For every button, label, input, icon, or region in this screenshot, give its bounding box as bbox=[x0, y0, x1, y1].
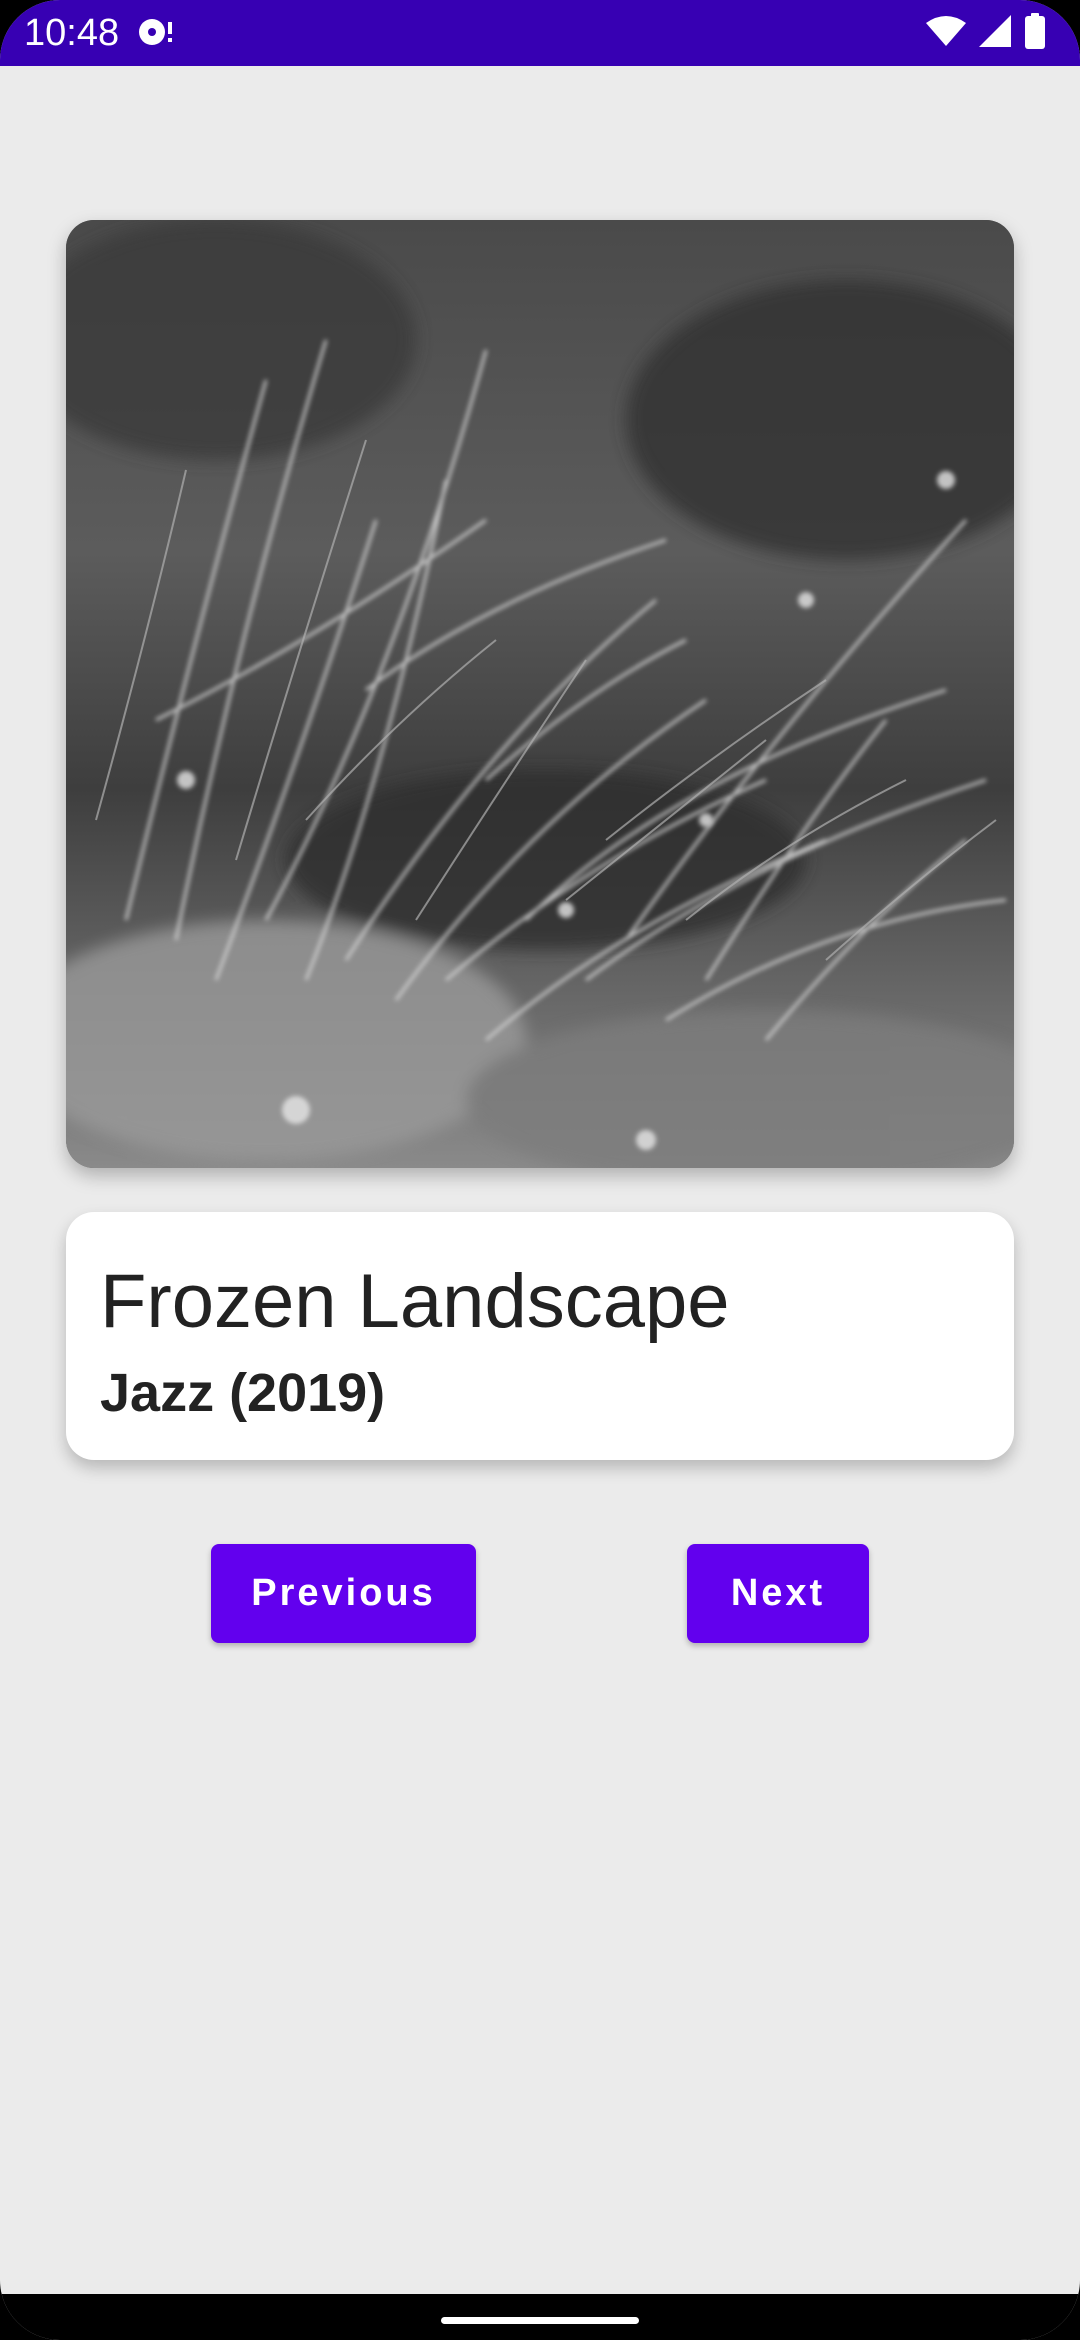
album-art bbox=[66, 220, 1014, 1168]
screen: 10:48 Frozen Landscape Jazz (2019) Previ… bbox=[0, 0, 1080, 2340]
track-title: Frozen Landscape bbox=[100, 1259, 730, 1344]
track-info-card: Frozen Landscape Jazz (2019) bbox=[66, 1212, 1014, 1460]
status-time: 10:48 bbox=[24, 12, 120, 54]
next-button[interactable]: Next bbox=[687, 1544, 869, 1643]
home-gesture-handle[interactable] bbox=[441, 2317, 639, 2324]
previous-button[interactable]: Previous bbox=[211, 1544, 476, 1643]
status-icons bbox=[926, 12, 1046, 54]
media-notification-icon bbox=[137, 14, 177, 50]
track-subtitle: Jazz (2019) bbox=[100, 1363, 386, 1423]
cellular-signal-icon bbox=[978, 14, 1012, 53]
status-bar: 10:48 bbox=[0, 0, 1080, 66]
grass-photo-artwork bbox=[66, 220, 1014, 1168]
wifi-icon bbox=[926, 15, 966, 52]
battery-icon bbox=[1024, 12, 1046, 54]
